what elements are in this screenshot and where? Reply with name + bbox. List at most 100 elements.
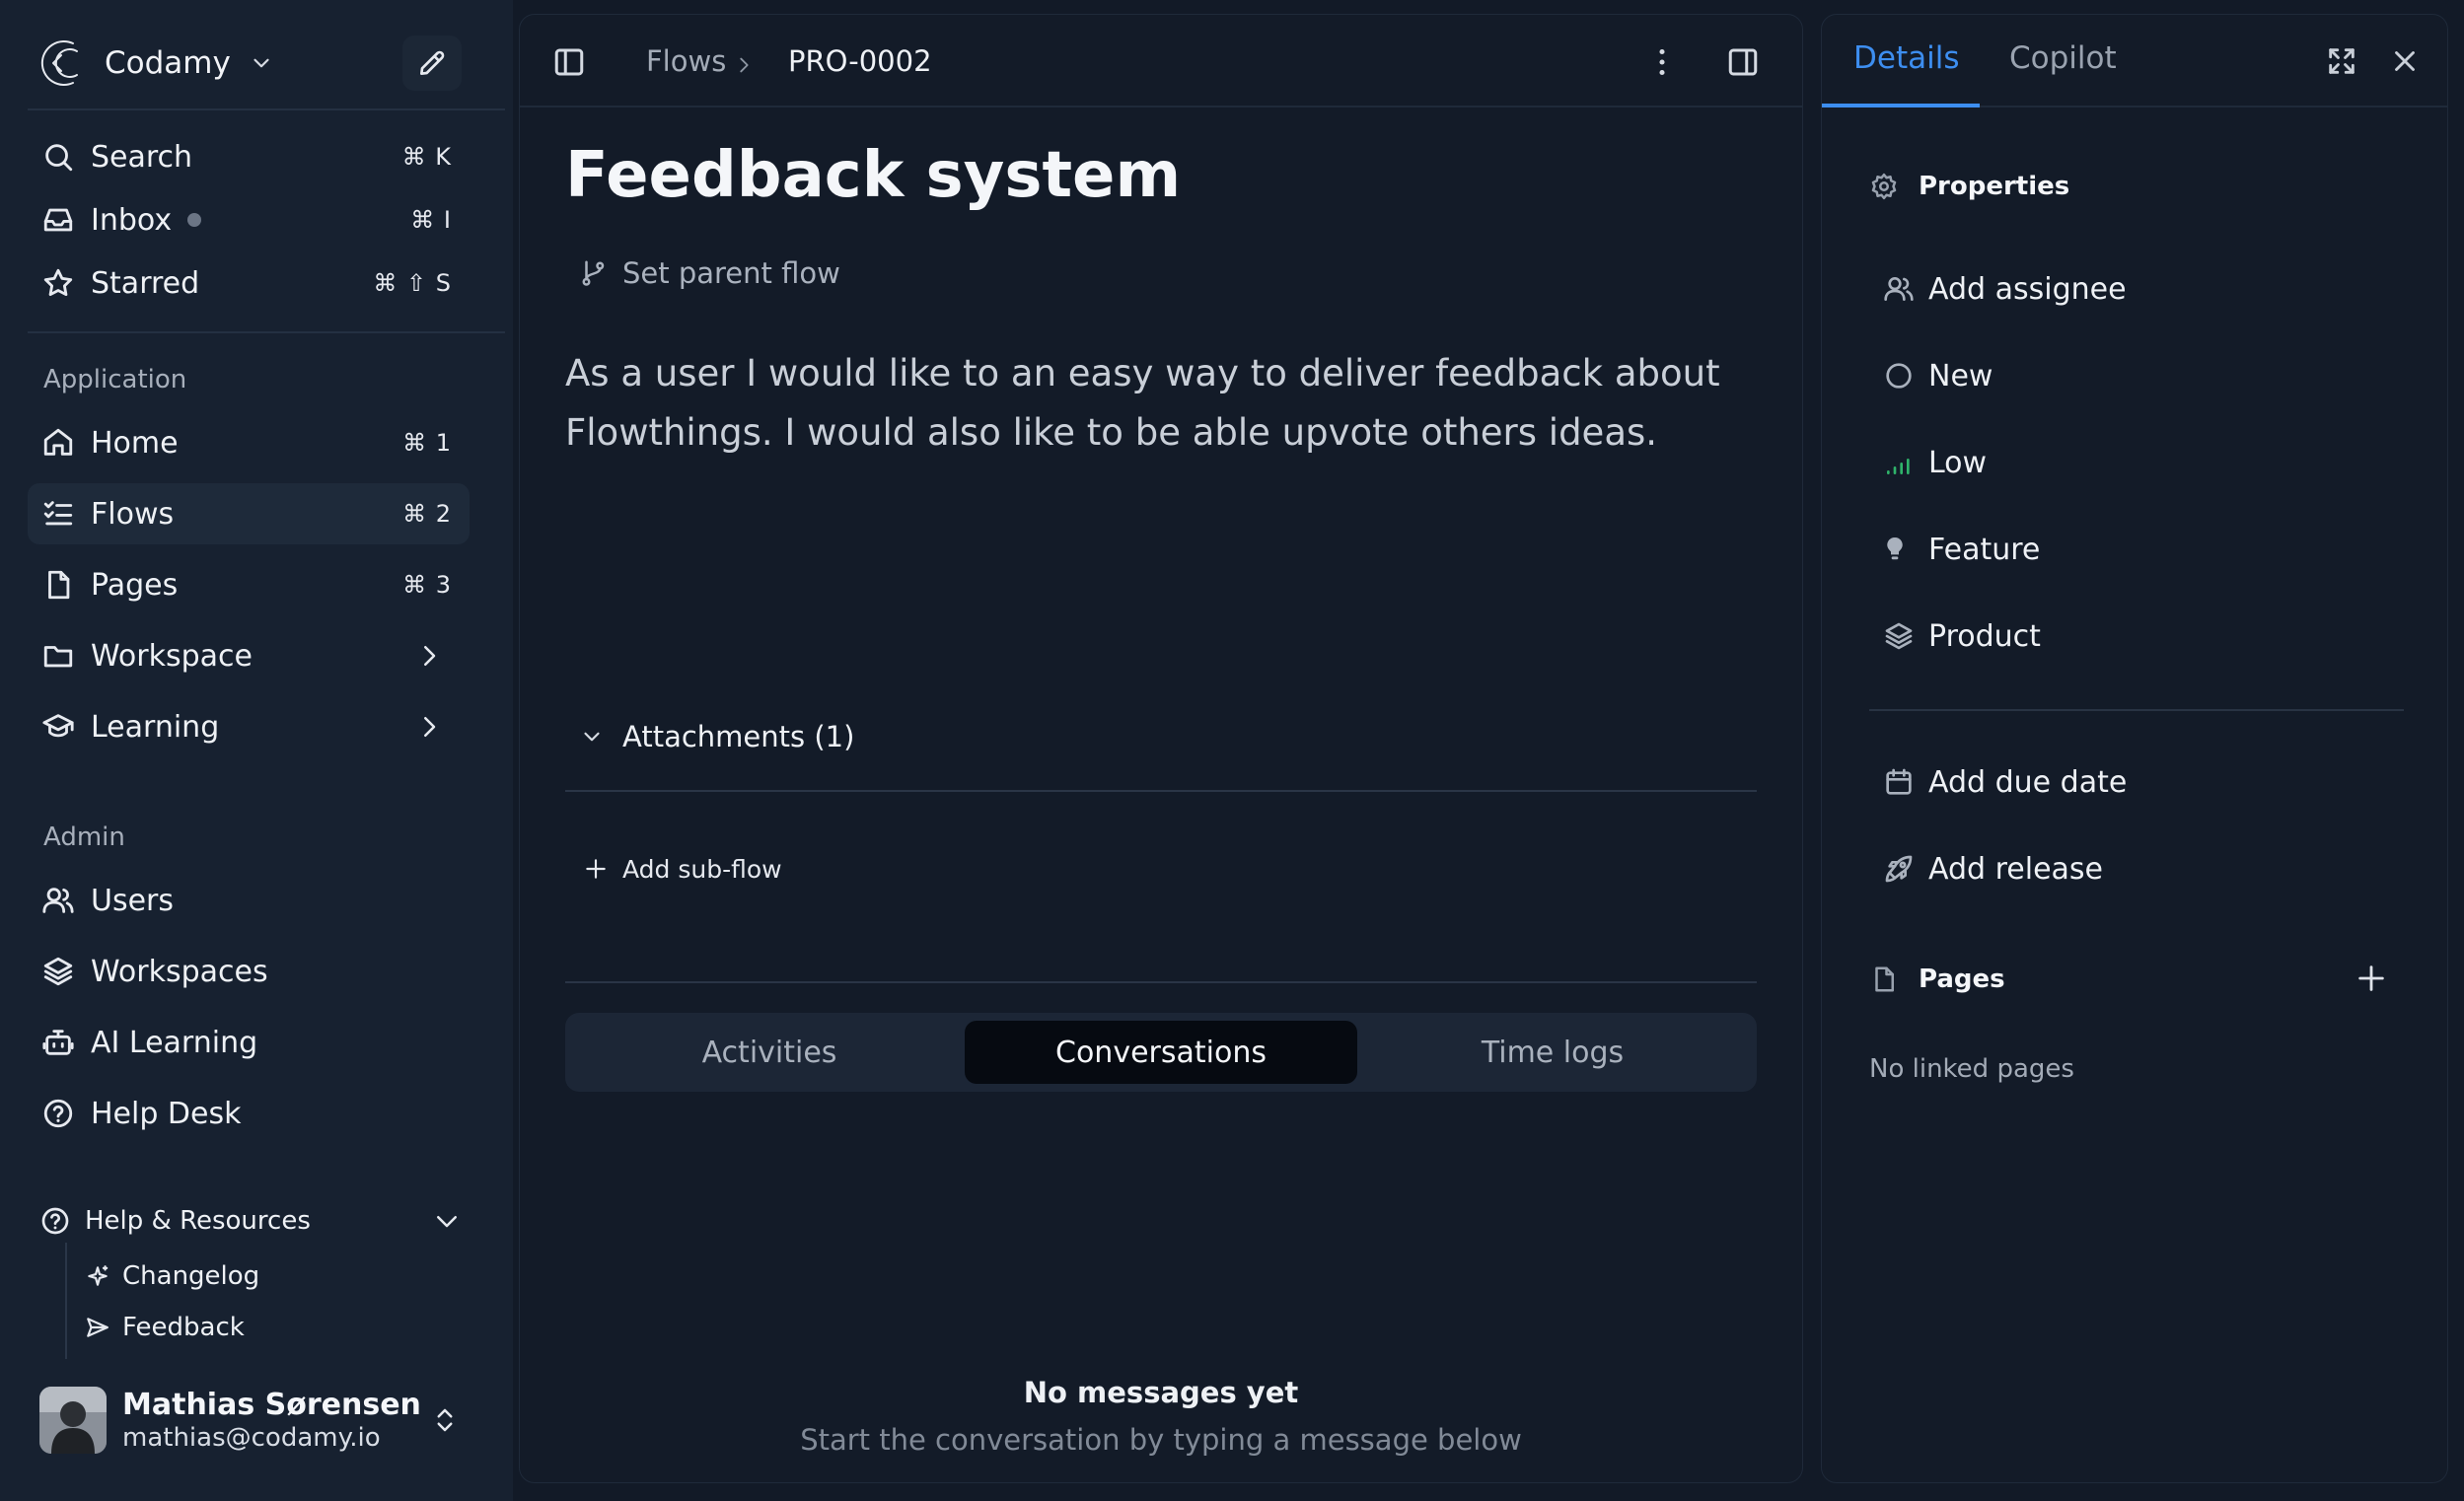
chevrons-up-down-icon [430, 1405, 460, 1435]
sidebar-item-home[interactable]: Home ⌘ 1 [28, 412, 470, 473]
pages-label: Pages [1919, 965, 2005, 994]
sidebar-item-search[interactable]: Search ⌘ K [28, 126, 470, 187]
breadcrumb-flows[interactable]: Flows [646, 44, 726, 78]
sidebar-item-label: Changelog [122, 1261, 260, 1291]
git-branch-icon [579, 258, 609, 288]
expand-icon[interactable] [2325, 44, 2358, 78]
sidebar-item-starred[interactable]: Starred ⌘ ⇧ S [28, 252, 470, 314]
shortcut-hint: ⌘ I [410, 206, 452, 234]
folder-icon [41, 639, 75, 673]
add-subflow-label: Add sub-flow [622, 854, 782, 884]
sidebar-item-ai-learning[interactable]: AI Learning [28, 1012, 470, 1073]
sidebar-item-changelog[interactable]: Changelog [85, 1254, 259, 1298]
activity-tabs: Activities Conversations Time logs [565, 1013, 1757, 1092]
add-assignee-button[interactable]: Add assignee [1883, 265, 2127, 313]
sidebar-item-label: Starred [91, 265, 200, 301]
property-label: Add release [1928, 851, 2104, 887]
sparkles-icon [85, 1263, 110, 1289]
sidebar-item-label: Inbox [91, 202, 173, 238]
tab-time-logs[interactable]: Time logs [1356, 1021, 1749, 1084]
help-circle-icon [39, 1205, 71, 1237]
sidebar-item-label: Workspace [91, 638, 253, 674]
more-vertical-icon[interactable] [1644, 44, 1680, 80]
topbar: Flows PRO-0002 [520, 15, 1802, 107]
sidebar-item-pages[interactable]: Pages ⌘ 3 [28, 554, 470, 615]
chevron-right-icon [414, 641, 444, 671]
new-flow-button[interactable] [402, 36, 462, 91]
workspace-name: Codamy [105, 45, 231, 81]
close-icon[interactable] [2388, 44, 2422, 78]
shortcut-hint: ⌘ 2 [402, 500, 452, 528]
properties-heading: Properties [1869, 167, 2069, 206]
tab-activities[interactable]: Activities [573, 1021, 966, 1084]
shortcut-hint: ⌘ ⇧ S [373, 269, 452, 297]
sidebar-item-flows[interactable]: Flows ⌘ 2 [28, 483, 470, 544]
status-select[interactable]: New [1883, 352, 1993, 399]
shortcut-hint: ⌘ K [401, 143, 452, 171]
sidebar: Codamy Search ⌘ K Inbox ⌘ I Starred ⌘ ⇧ … [0, 0, 513, 1501]
help-circle-icon [41, 1097, 75, 1130]
workspace-switcher[interactable]: Codamy [39, 36, 274, 91]
flow-title[interactable]: Feedback system [565, 139, 1181, 212]
shortcut-hint: ⌘ 1 [402, 429, 452, 457]
add-release-button[interactable]: Add release [1883, 845, 2103, 893]
attachments-toggle[interactable]: Attachments (1) [579, 715, 854, 758]
priority-select[interactable]: Low [1883, 439, 1987, 486]
sidebar-item-workspace[interactable]: Workspace [28, 625, 470, 686]
sidebar-item-help-desk[interactable]: Help Desk [28, 1083, 470, 1144]
add-subflow-button[interactable]: Add sub-flow [583, 849, 782, 889]
tab-copilot[interactable]: Copilot [2009, 40, 2117, 76]
type-select[interactable]: Feature [1883, 526, 2040, 573]
plus-icon [583, 856, 609, 882]
unread-dot [187, 213, 202, 227]
sidebar-item-label: Workspaces [91, 954, 268, 989]
sidebar-item-label: Home [91, 425, 179, 461]
project-select[interactable]: Product [1883, 612, 2041, 660]
properties-label: Properties [1919, 172, 2070, 201]
search-icon [41, 140, 75, 174]
graduation-cap-icon [41, 710, 75, 744]
sidebar-item-label: Flows [91, 496, 175, 532]
tab-conversations[interactable]: Conversations [965, 1021, 1357, 1084]
property-label: Add assignee [1928, 271, 2127, 307]
section-heading-admin: Admin [43, 822, 125, 852]
set-parent-flow-button[interactable]: Set parent flow [579, 251, 840, 295]
details-panel: Details Copilot Properties Add assignee … [1821, 14, 2448, 1483]
chevron-right-icon [733, 54, 755, 76]
send-icon [85, 1315, 110, 1340]
circle-icon [1883, 360, 1915, 392]
add-page-plus-icon[interactable] [2355, 962, 2388, 995]
sidebar-toggle-icon[interactable] [551, 44, 587, 80]
attachments-label: Attachments (1) [622, 720, 855, 753]
add-due-date-button[interactable]: Add due date [1883, 758, 2127, 806]
shortcut-hint: ⌘ 3 [402, 571, 452, 599]
flow-description[interactable]: As a user I would like to an easy way to… [565, 344, 1749, 463]
signal-low-icon [1883, 447, 1915, 478]
property-label: Low [1928, 445, 1988, 480]
layers-icon [1883, 620, 1915, 652]
sidebar-item-feedback[interactable]: Feedback [85, 1306, 245, 1349]
empty-state-subtitle: Start the conversation by typing a messa… [800, 1423, 1522, 1457]
help-resources-label: Help & Resources [85, 1206, 311, 1236]
property-label: New [1928, 358, 1993, 393]
user-email: mathias@codamy.io [122, 1423, 381, 1453]
tab-details[interactable]: Details [1853, 40, 1959, 76]
rocket-icon [1883, 853, 1915, 885]
user-menu[interactable]: Mathias Sørensen mathias@codamy.io [39, 1383, 473, 1458]
file-icon [1869, 965, 1899, 994]
help-resources-toggle[interactable]: Help & Resources [39, 1195, 473, 1247]
sidebar-item-learning[interactable]: Learning [28, 696, 470, 757]
sidebar-item-workspaces[interactable]: Workspaces [28, 941, 470, 1002]
divider [28, 108, 505, 110]
sidebar-item-label: Learning [91, 709, 220, 745]
chevron-right-icon [414, 712, 444, 742]
tree-line [65, 1243, 67, 1359]
breadcrumb-current: PRO-0002 [788, 44, 932, 78]
sidebar-item-users[interactable]: Users [28, 870, 470, 931]
property-label: Product [1928, 618, 2041, 654]
users-icon [1883, 273, 1915, 305]
pencil-icon [416, 47, 448, 79]
chevron-down-icon [579, 724, 605, 750]
panel-right-icon[interactable] [1725, 44, 1761, 80]
sidebar-item-inbox[interactable]: Inbox ⌘ I [28, 189, 470, 250]
